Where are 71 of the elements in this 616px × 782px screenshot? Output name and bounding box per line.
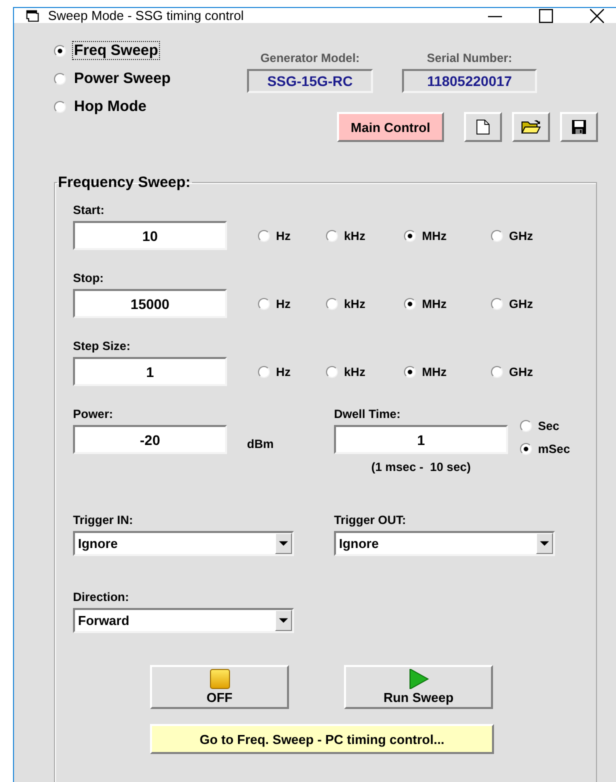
- radio-button[interactable]: [404, 230, 416, 242]
- range-hint: (1 msec - 10 sec): [371, 460, 471, 474]
- radio-label[interactable]: kHz: [344, 364, 366, 378]
- readonly-field: SSG-15G-RC: [247, 69, 373, 93]
- run-sweep-button[interactable]: Run Sweep: [344, 665, 493, 709]
- input-field[interactable]: 15000: [73, 289, 227, 318]
- field-label: Generator Model:: [260, 51, 360, 65]
- radio-button[interactable]: [491, 298, 503, 310]
- dropdown[interactable]: Forward: [73, 608, 294, 633]
- radio-button[interactable]: [54, 72, 66, 84]
- radio-button[interactable]: [404, 366, 416, 378]
- radio-label[interactable]: MHz: [422, 228, 447, 242]
- radio-label[interactable]: GHz: [509, 296, 533, 310]
- maximize-icon[interactable]: [539, 8, 553, 22]
- document-icon: [476, 119, 490, 135]
- radio-button[interactable]: [258, 298, 270, 310]
- new-file-button[interactable]: [464, 112, 502, 142]
- save-button[interactable]: [560, 112, 598, 142]
- pc-timing-button[interactable]: Go to Freq. Sweep - PC timing control...: [150, 724, 494, 754]
- window-title: Sweep Mode - SSG timing control: [48, 8, 244, 23]
- open-button[interactable]: [512, 112, 550, 142]
- folder-icon: [521, 119, 541, 135]
- stop-icon: [210, 669, 230, 689]
- close-icon[interactable]: [590, 8, 604, 22]
- main-control-button[interactable]: Main Control: [337, 112, 444, 142]
- field-label: Step Size:: [73, 339, 132, 353]
- radio-label[interactable]: Hz: [276, 296, 291, 310]
- input-field[interactable]: -20: [73, 425, 227, 454]
- radio-button[interactable]: [491, 230, 503, 242]
- radio-label[interactable]: GHz: [509, 364, 533, 378]
- field-label: Power:: [73, 407, 114, 421]
- radio-label[interactable]: Hz: [276, 228, 291, 242]
- field-label: Start:: [73, 203, 106, 217]
- field-label: Dwell Time:: [334, 407, 402, 421]
- off-button[interactable]: OFF: [150, 665, 289, 709]
- radio-label[interactable]: MHz: [422, 364, 447, 378]
- field-label: Serial Number:: [426, 51, 512, 65]
- field-label: Stop:: [73, 271, 105, 285]
- radio-button[interactable]: [520, 443, 532, 455]
- radio-label[interactable]: Power Sweep: [72, 69, 173, 88]
- radio-label[interactable]: Hz: [276, 364, 291, 378]
- input-field[interactable]: 1: [73, 357, 227, 386]
- radio-label[interactable]: GHz: [509, 228, 533, 242]
- field-label: Direction:: [73, 590, 130, 604]
- radio-label[interactable]: kHz: [344, 296, 366, 310]
- radio-button[interactable]: [326, 366, 338, 378]
- radio-label[interactable]: Sec: [538, 419, 560, 433]
- radio-label[interactable]: MHz: [422, 296, 447, 310]
- radio-button[interactable]: [326, 298, 338, 310]
- readonly-field: 11805220017: [402, 69, 537, 93]
- radio-button[interactable]: [326, 230, 338, 242]
- radio-button[interactable]: [54, 100, 66, 112]
- radio-button[interactable]: [404, 298, 416, 310]
- radio-label[interactable]: mSec: [538, 442, 570, 456]
- unit-label: dBm: [247, 436, 274, 450]
- radio-label[interactable]: kHz: [344, 228, 366, 242]
- radio-button[interactable]: [54, 44, 66, 56]
- play-icon: [408, 669, 428, 689]
- group-title: Frequency Sweep:: [57, 174, 192, 191]
- field-label: Trigger OUT:: [334, 513, 408, 527]
- dropdown[interactable]: Ignore: [334, 531, 555, 556]
- radio-button[interactable]: [491, 366, 503, 378]
- radio-label[interactable]: Freq Sweep: [72, 41, 160, 60]
- input-field[interactable]: 1: [334, 425, 508, 454]
- dropdown[interactable]: Ignore: [73, 531, 294, 556]
- radio-button[interactable]: [258, 366, 270, 378]
- field-label: Trigger IN:: [73, 513, 134, 527]
- radio-button[interactable]: [520, 420, 532, 432]
- radio-label[interactable]: Hop Mode: [72, 97, 148, 116]
- radio-button[interactable]: [258, 230, 270, 242]
- input-field[interactable]: 10: [73, 221, 227, 250]
